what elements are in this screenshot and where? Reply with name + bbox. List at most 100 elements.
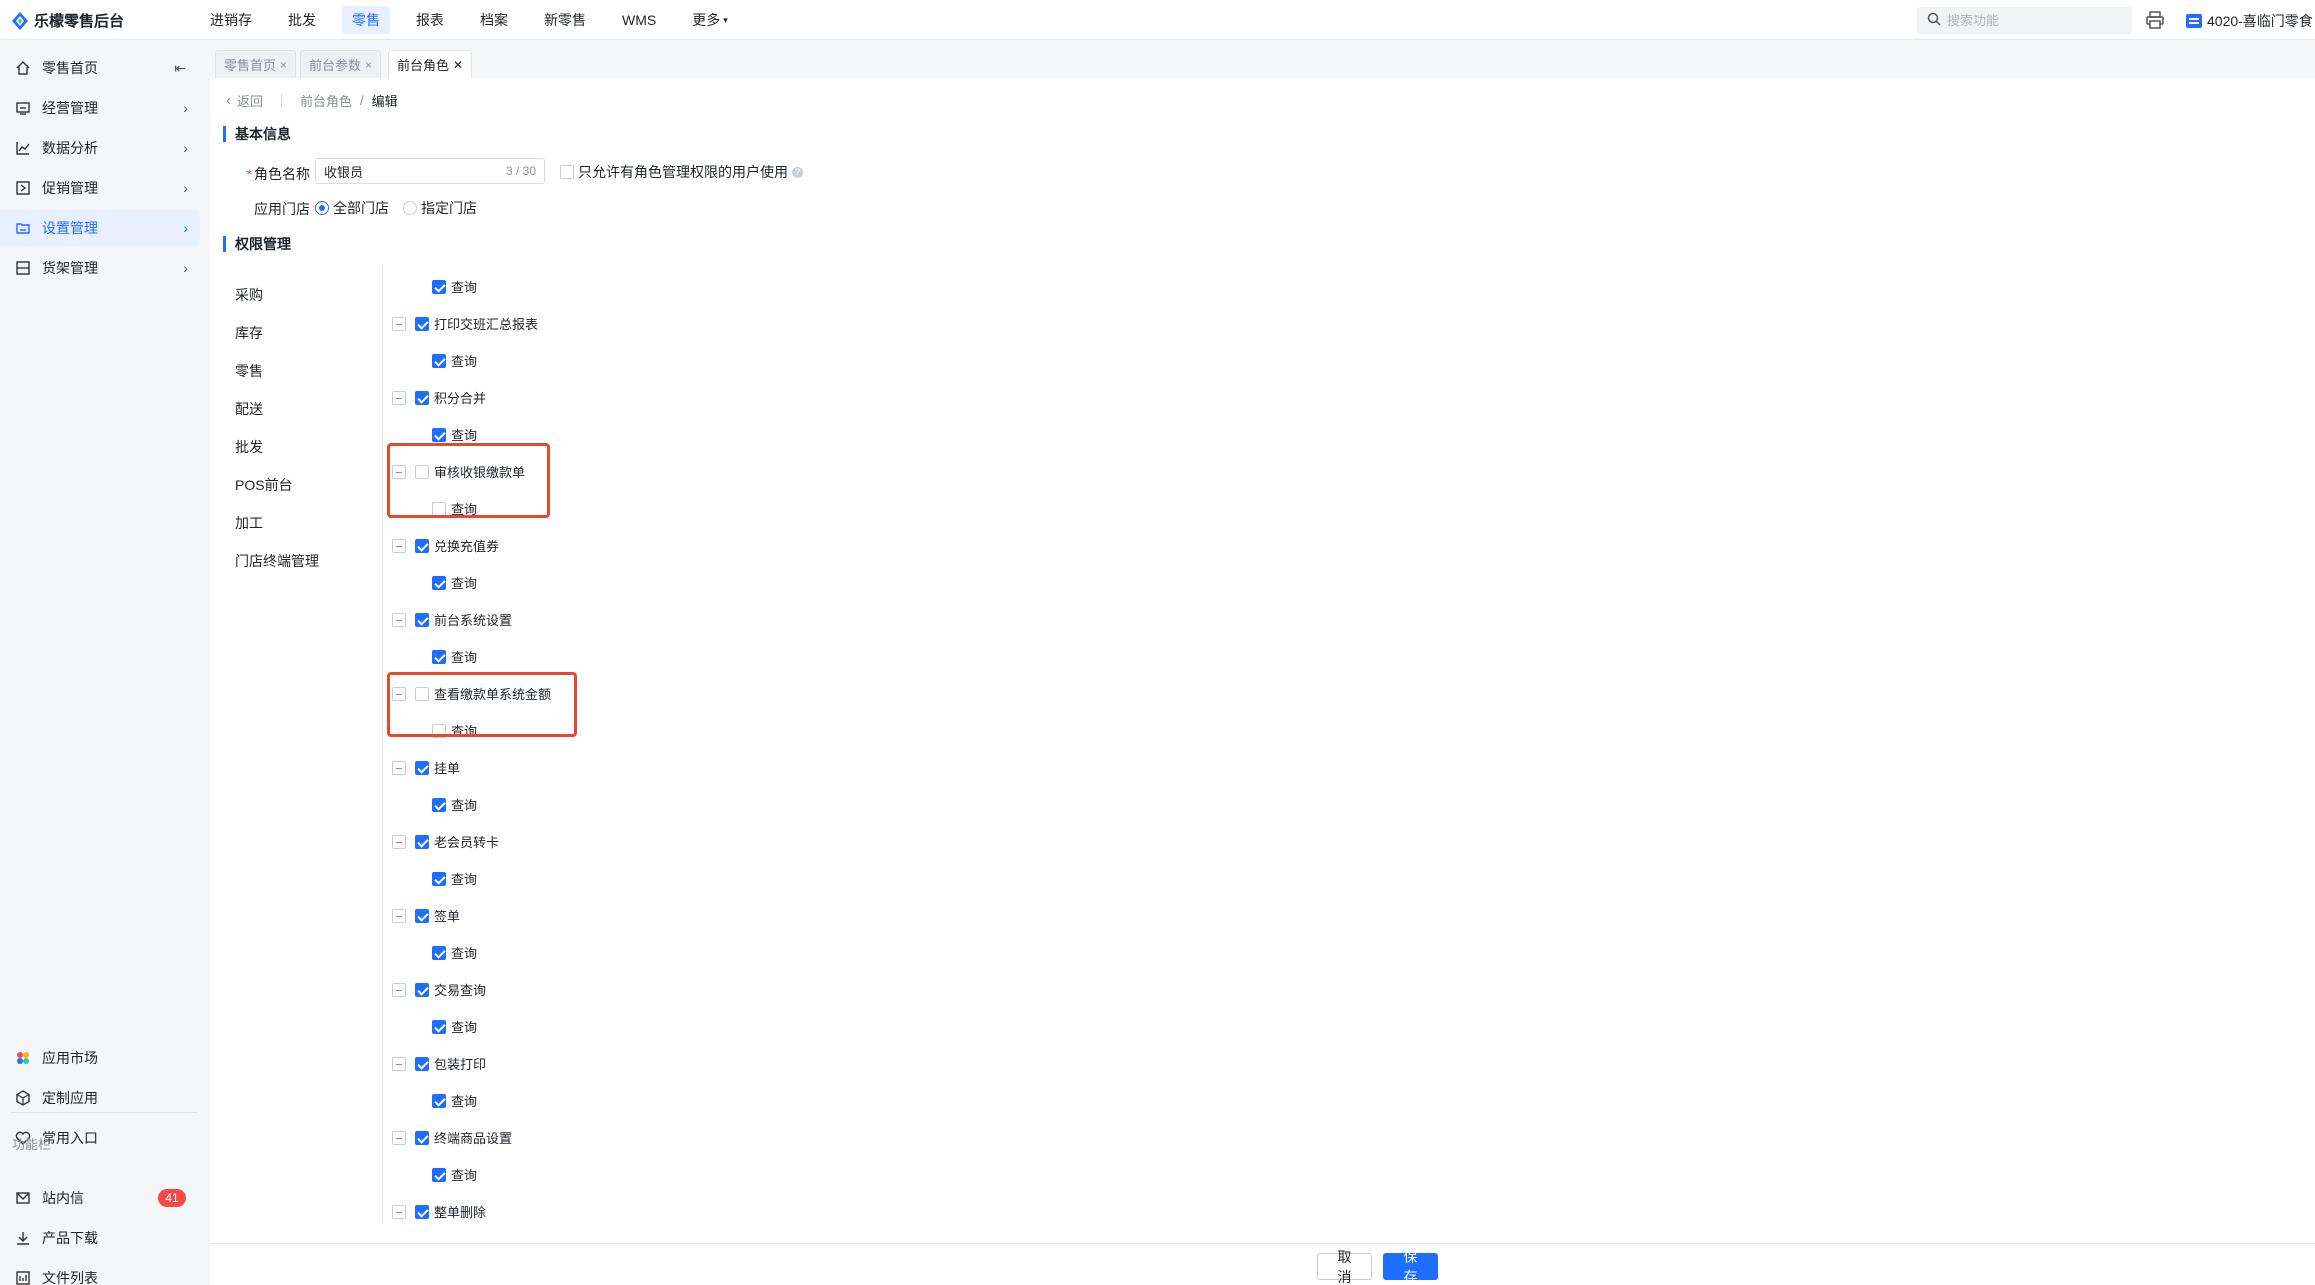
permission-child-row[interactable]: 查询 xyxy=(392,1082,551,1119)
info-icon[interactable]: ? xyxy=(792,166,803,178)
tab-retail-home[interactable]: 零售首页 × xyxy=(215,50,297,78)
sidebar-item-shelves[interactable]: 货架管理 › xyxy=(0,250,200,286)
collapse-icon[interactable] xyxy=(392,1130,406,1145)
permission-checkbox[interactable] xyxy=(415,612,429,627)
permission-checkbox[interactable] xyxy=(432,427,446,442)
permission-checkbox[interactable] xyxy=(415,1130,429,1145)
store-selector[interactable]: 4020-喜临门零食 xyxy=(2186,11,2313,31)
close-icon[interactable]: × xyxy=(280,58,287,72)
permission-checkbox[interactable] xyxy=(415,1056,429,1071)
permission-group-row[interactable]: 老会员转卡 xyxy=(392,823,551,860)
permission-checkbox[interactable] xyxy=(432,649,446,664)
permission-group-row[interactable]: 终端商品设置 xyxy=(392,1119,551,1156)
permission-group-row[interactable]: 交易查询 xyxy=(392,971,551,1008)
permission-group-row[interactable]: 前台系统设置 xyxy=(392,601,551,638)
permission-child-row[interactable]: 查询 xyxy=(392,934,551,971)
topnav-item-1[interactable]: 批发 xyxy=(278,6,326,34)
permission-checkbox[interactable] xyxy=(432,1093,446,1108)
permission-checkbox[interactable] xyxy=(432,1019,446,1034)
sidebar-item-downloads[interactable]: 产品下载 xyxy=(0,1220,200,1256)
topnav-item-3[interactable]: 报表 xyxy=(406,6,454,34)
permission-group-row[interactable]: 签单 xyxy=(392,897,551,934)
topnav-item-4[interactable]: 档案 xyxy=(470,6,518,34)
sidebar-item-app-market[interactable]: 应用市场 xyxy=(0,1040,200,1076)
sidebar-item-promotions[interactable]: 促销管理 › xyxy=(0,170,200,206)
store-option-specific[interactable]: 指定门店 xyxy=(403,198,477,218)
store-radio-specific[interactable] xyxy=(403,201,417,215)
sidebar-item-custom-apps[interactable]: 定制应用 xyxy=(0,1080,200,1116)
search-box[interactable] xyxy=(1917,7,2132,34)
permission-category-4[interactable]: 批发 xyxy=(235,428,335,466)
sidebar-item-operations[interactable]: 经营管理 › xyxy=(0,90,200,126)
sidebar-item-analytics[interactable]: 数据分析 › xyxy=(0,130,200,166)
permission-checkbox[interactable] xyxy=(415,908,429,923)
permission-checkbox[interactable] xyxy=(415,760,429,775)
topnav-item-0[interactable]: 进销存 xyxy=(200,6,262,34)
permission-checkbox[interactable] xyxy=(415,982,429,997)
permission-category-3[interactable]: 配送 xyxy=(235,390,335,428)
collapse-sidebar-icon[interactable]: ⇤ xyxy=(174,60,186,77)
cancel-button[interactable]: 取 消 xyxy=(1317,1249,1372,1285)
permission-category-6[interactable]: 加工 xyxy=(235,504,335,542)
collapse-icon[interactable] xyxy=(392,316,406,331)
sidebar-item-home[interactable]: 零售首页 ⇤ xyxy=(0,50,200,86)
permission-category-0[interactable]: 采购 xyxy=(235,276,335,314)
permission-child-row[interactable]: 查询 xyxy=(392,638,551,675)
permission-checkbox[interactable] xyxy=(432,353,446,368)
sidebar-item-messages[interactable]: 站内信 41 xyxy=(0,1180,200,1216)
role-name-input[interactable]: 收银员 3 / 30 xyxy=(315,158,545,184)
store-radio-all[interactable] xyxy=(315,201,329,215)
permission-group-row[interactable]: 兑换充值券 xyxy=(392,527,551,564)
permission-checkbox[interactable] xyxy=(432,945,446,960)
permission-child-row[interactable]: 查询 xyxy=(392,564,551,601)
breadcrumb-parent[interactable]: 前台角色 xyxy=(300,91,352,110)
collapse-icon[interactable] xyxy=(392,760,406,775)
sidebar-item-settings[interactable]: 设置管理 › xyxy=(0,210,200,246)
permission-child-row[interactable]: 查询 xyxy=(392,860,551,897)
permission-checkbox[interactable] xyxy=(415,834,429,849)
topnav-item-2[interactable]: 零售 xyxy=(342,6,390,34)
tab-frontend-roles[interactable]: 前台角色 ✕ xyxy=(388,50,473,78)
collapse-icon[interactable] xyxy=(392,612,406,627)
permission-checkbox[interactable] xyxy=(432,797,446,812)
permission-checkbox[interactable] xyxy=(415,390,429,405)
sidebar-item-files[interactable]: 文件列表 xyxy=(0,1260,200,1285)
permission-checkbox[interactable] xyxy=(415,316,429,331)
restrict-option[interactable]: 只允许有角色管理权限的用户使用 ? xyxy=(560,162,803,182)
collapse-icon[interactable] xyxy=(392,982,406,997)
permission-group-row[interactable]: 打印交班汇总报表 xyxy=(392,305,551,342)
permission-child-row[interactable]: 查询 xyxy=(392,1156,551,1193)
permission-child-row[interactable]: 查询 xyxy=(392,268,551,305)
printer-icon[interactable] xyxy=(2145,10,2167,30)
permission-group-row[interactable]: 挂单 xyxy=(392,749,551,786)
permission-checkbox[interactable] xyxy=(432,279,446,294)
permission-checkbox[interactable] xyxy=(432,575,446,590)
permission-child-row[interactable]: 查询 xyxy=(392,342,551,379)
permission-group-row[interactable]: 包装打印 xyxy=(392,1045,551,1082)
permission-checkbox[interactable] xyxy=(432,1167,446,1182)
topnav-item-7[interactable]: 更多 ▾ xyxy=(682,6,738,34)
permission-child-row[interactable]: 查询 xyxy=(392,786,551,823)
collapse-icon[interactable] xyxy=(392,1204,406,1219)
store-option-all[interactable]: 全部门店 xyxy=(315,198,389,218)
tab-frontend-params[interactable]: 前台参数 × xyxy=(300,50,382,78)
permission-group-row[interactable]: 整单删除 xyxy=(392,1193,551,1230)
permission-category-2[interactable]: 零售 xyxy=(235,352,335,390)
save-button[interactable]: 保 存 xyxy=(1383,1249,1438,1285)
permission-checkbox[interactable] xyxy=(415,1204,429,1219)
collapse-icon[interactable] xyxy=(392,908,406,923)
restrict-checkbox[interactable] xyxy=(560,165,574,179)
permission-group-row[interactable]: 积分合并 xyxy=(392,379,551,416)
close-icon[interactable]: ✕ xyxy=(453,58,463,72)
search-input[interactable] xyxy=(1947,13,2117,28)
permission-checkbox[interactable] xyxy=(415,538,429,553)
permission-checkbox[interactable] xyxy=(432,871,446,886)
permission-category-5[interactable]: POS前台 xyxy=(235,466,335,504)
permission-child-row[interactable]: 查询 xyxy=(392,1008,551,1045)
collapse-icon[interactable] xyxy=(392,834,406,849)
app-logo[interactable]: 乐檬零售后台 xyxy=(12,10,124,31)
close-icon[interactable]: × xyxy=(365,58,372,72)
permission-category-1[interactable]: 库存 xyxy=(235,314,335,352)
topnav-item-6[interactable]: WMS xyxy=(612,8,666,32)
topnav-item-5[interactable]: 新零售 xyxy=(534,6,596,34)
